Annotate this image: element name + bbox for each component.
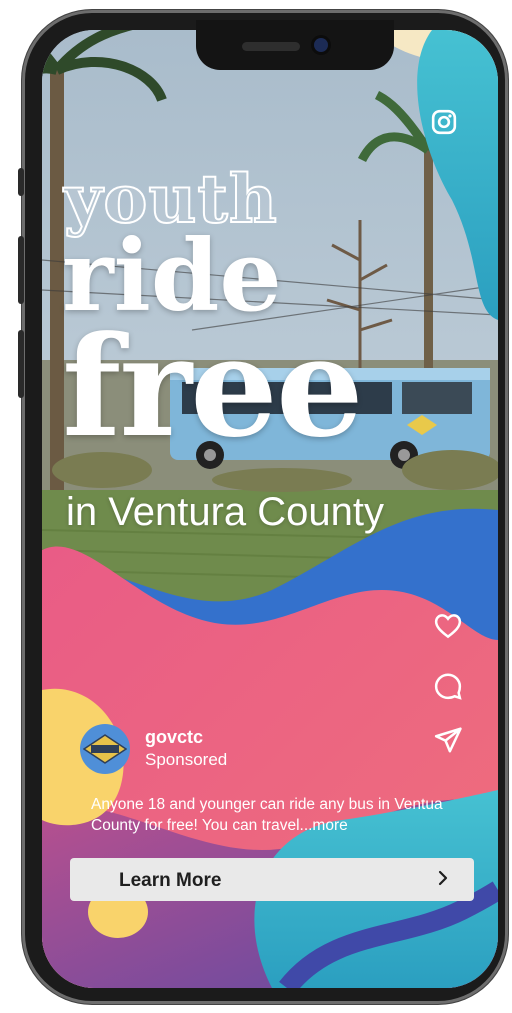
volume-down-button (18, 330, 24, 398)
headline-free: free (62, 305, 364, 468)
heart-icon[interactable] (432, 610, 464, 642)
avatar[interactable] (80, 724, 130, 774)
headline-location: in Ventura County (66, 490, 384, 534)
chevron-right-icon (436, 868, 450, 891)
send-icon[interactable] (432, 724, 464, 756)
volume-up-button (18, 236, 24, 304)
vctc-logo (83, 734, 127, 764)
learn-more-label: Learn More (119, 870, 222, 891)
instagram-icon[interactable] (428, 106, 460, 138)
post-caption[interactable]: Anyone 18 and younger can ride any bus i… (91, 794, 471, 836)
front-camera (314, 38, 328, 52)
phone-speaker (242, 42, 300, 51)
learn-more-button[interactable]: Learn More (70, 858, 474, 901)
comment-icon[interactable] (432, 670, 464, 702)
mute-switch (18, 168, 24, 196)
username[interactable]: govctc (145, 727, 203, 748)
sponsored-label: Sponsored (145, 750, 228, 769)
